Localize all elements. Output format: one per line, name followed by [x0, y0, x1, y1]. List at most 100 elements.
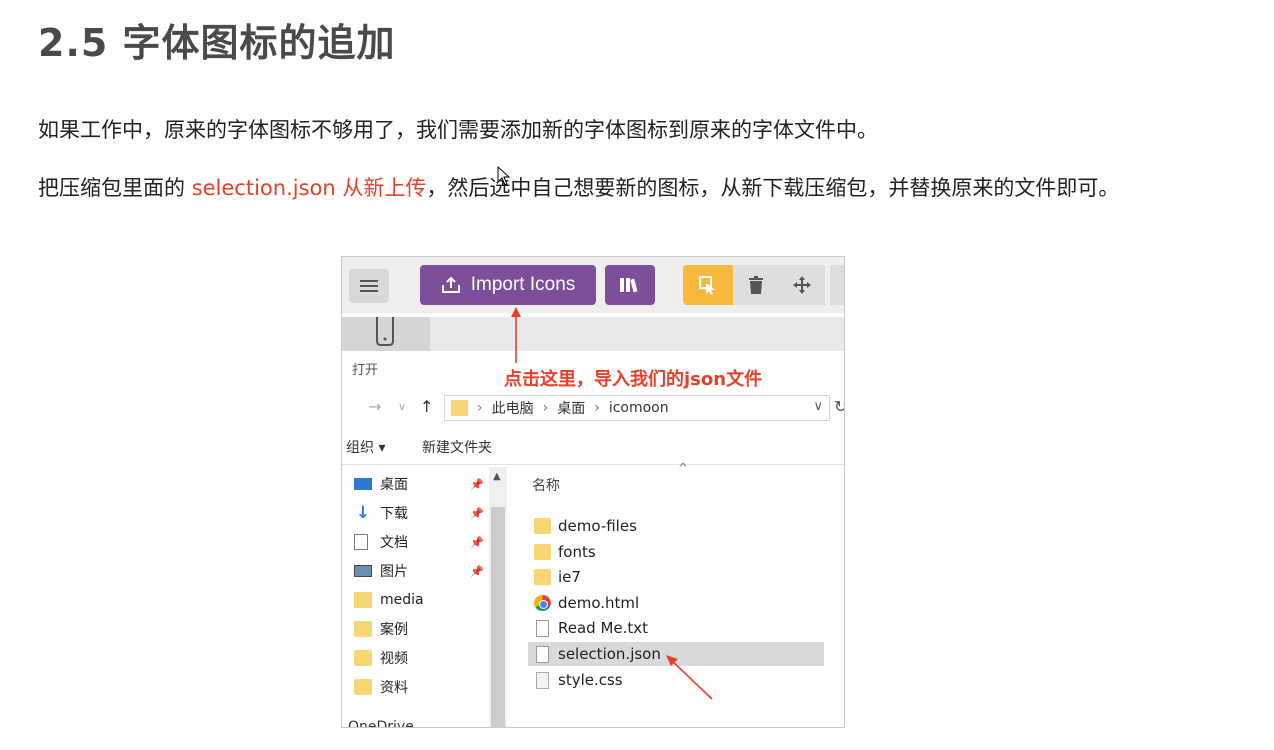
file-name: selection.json — [558, 645, 661, 663]
library-icon — [620, 278, 638, 293]
nav-item-onedrive[interactable]: OneDrive — [348, 719, 414, 727]
navigation-pane: 桌面 📌 ↓ 下载 📌 文档 📌 图片 📌 media 案例 视频 资料 ▲ — [342, 467, 507, 727]
address-row: → ∨ ↑ › 此电脑 › 桌面 › icomoon ∨ ↻ — [342, 391, 844, 425]
import-icons-button[interactable]: Import Icons — [420, 265, 596, 305]
sort-caret-icon: ^ — [678, 461, 689, 475]
nav-item-label: 图片 — [380, 564, 408, 580]
import-icons-label: Import Icons — [470, 274, 576, 295]
nav-item-materials[interactable]: 资料 — [354, 674, 484, 700]
select-cursor-icon — [699, 276, 715, 295]
phone-icon — [376, 317, 394, 346]
file-row[interactable]: fonts — [528, 540, 824, 564]
folder-icon — [354, 650, 372, 666]
nav-scrollbar[interactable]: ▲ — [489, 467, 507, 727]
chrome-icon — [534, 595, 551, 611]
file-name: Read Me.txt — [558, 619, 649, 637]
text-file-icon — [536, 619, 549, 637]
picture-icon — [354, 565, 372, 577]
file-name: fonts — [558, 543, 596, 561]
breadcrumb-separator: › — [594, 400, 600, 416]
address-dropdown-icon[interactable]: ∨ — [813, 399, 823, 414]
nav-item-label: media — [380, 592, 424, 608]
paragraph-2-suffix: ，然后选中自己想要新的图标，从新下载压缩包，并替换原来的文件即可。 — [426, 176, 1120, 200]
icon-strip-left — [342, 317, 430, 351]
history-dropdown-icon[interactable]: ∨ — [398, 400, 406, 413]
icon-strip — [342, 317, 844, 351]
nav-item-label: 下载 — [380, 506, 408, 522]
file-row-selected[interactable]: selection.json — [528, 642, 824, 666]
nav-item-documents[interactable]: 文档 📌 — [354, 529, 484, 555]
organize-button[interactable]: 组织 ▾ — [346, 437, 385, 457]
desktop-icon — [354, 478, 372, 490]
breadcrumb-separator: › — [542, 400, 549, 416]
nav-item-pictures[interactable]: 图片 📌 — [354, 558, 484, 584]
scroll-up-icon[interactable]: ▲ — [493, 471, 501, 482]
document-icon — [354, 534, 368, 550]
refresh-icon[interactable]: ↻ — [834, 397, 844, 416]
new-folder-button[interactable]: 新建文件夹 — [422, 437, 492, 457]
pin-icon[interactable]: 📌 — [470, 478, 484, 491]
nav-item-label: 文档 — [380, 535, 408, 551]
scroll-thumb[interactable] — [491, 507, 505, 727]
file-icon — [536, 645, 549, 663]
file-row[interactable]: style.css — [528, 668, 824, 692]
up-arrow-icon[interactable]: ↑ — [420, 397, 433, 416]
folder-icon — [534, 518, 551, 534]
file-name: demo-files — [558, 517, 637, 535]
folder-icon — [354, 679, 372, 695]
nav-item-videos[interactable]: 视频 — [354, 645, 484, 671]
nav-item-downloads[interactable]: ↓ 下载 📌 — [354, 500, 484, 526]
mouse-cursor-icon — [497, 166, 511, 186]
nav-item-label: 资料 — [380, 680, 408, 696]
delete-tool-button[interactable] — [733, 265, 779, 305]
forward-arrow-icon[interactable]: → — [368, 397, 381, 416]
folder-icon — [451, 400, 468, 416]
file-row[interactable]: demo.html — [528, 591, 824, 615]
icomoon-screenshot: Import Icons 打开 点击这里，导入我们的json文件 → ∨ ↑ ›… — [341, 256, 845, 728]
paragraph-2: 把压缩包里面的 selection.json 从新上传，然后选中自己想要新的图标… — [38, 172, 1119, 202]
column-header-name[interactable]: 名称 — [532, 475, 560, 495]
annotation-text: 点击这里，导入我们的json文件 — [504, 369, 763, 390]
open-dialog-label: 打开 — [352, 363, 379, 378]
folder-icon — [534, 544, 551, 560]
folder-icon — [354, 592, 372, 608]
css-file-icon — [536, 671, 549, 689]
file-row[interactable]: ie7 — [528, 565, 824, 589]
address-bar[interactable]: › 此电脑 › 桌面 › icomoon ∨ — [444, 395, 830, 421]
paragraph-1: 如果工作中，原来的字体图标不够用了，我们需要添加新的字体图标到原来的字体文件中。 — [38, 118, 878, 142]
toolbar-edge-button[interactable] — [830, 265, 844, 305]
folder-icon — [354, 621, 372, 637]
breadcrumb-this-pc[interactable]: 此电脑 — [492, 398, 534, 418]
library-button[interactable] — [605, 265, 655, 305]
hamburger-icon — [360, 280, 378, 292]
page-title: 2.5 字体图标的追加 — [38, 21, 396, 65]
nav-item-desktop[interactable]: 桌面 📌 — [354, 471, 484, 497]
command-bar: 组织 ▾ 新建文件夹 — [342, 437, 844, 461]
icomoon-toolbar: Import Icons — [342, 257, 844, 313]
nav-item-label: 视频 — [380, 651, 408, 667]
pin-icon[interactable]: 📌 — [470, 565, 484, 578]
download-icon: ↓ — [355, 503, 371, 523]
nav-item-label: 桌面 — [380, 477, 408, 493]
select-tool-button[interactable] — [683, 265, 733, 305]
breadcrumb-icomoon[interactable]: icomoon — [609, 400, 669, 416]
file-row[interactable]: Read Me.txt — [528, 616, 824, 640]
file-list: ^ 名称 demo-files fonts ie7 demo.html Read… — [518, 461, 844, 727]
nav-item-label: 案例 — [380, 622, 408, 638]
pin-icon[interactable]: 📌 — [470, 536, 484, 549]
file-row[interactable]: demo-files — [528, 514, 824, 538]
folder-icon — [534, 569, 551, 585]
trash-icon — [749, 276, 763, 294]
breadcrumb-desktop[interactable]: 桌面 — [557, 398, 585, 418]
file-name: style.css — [558, 671, 623, 689]
move-tool-button[interactable] — [779, 265, 825, 305]
file-name: demo.html — [558, 594, 640, 612]
nav-item-cases[interactable]: 案例 — [354, 616, 484, 642]
upload-icon — [441, 276, 460, 293]
pin-icon[interactable]: 📌 — [470, 507, 484, 520]
paragraph-2-highlight: selection.json 从新上传 — [191, 176, 427, 200]
breadcrumb-separator: › — [477, 400, 483, 416]
nav-item-media[interactable]: media — [354, 587, 484, 613]
file-name: ie7 — [558, 568, 581, 586]
menu-button[interactable] — [349, 269, 389, 303]
